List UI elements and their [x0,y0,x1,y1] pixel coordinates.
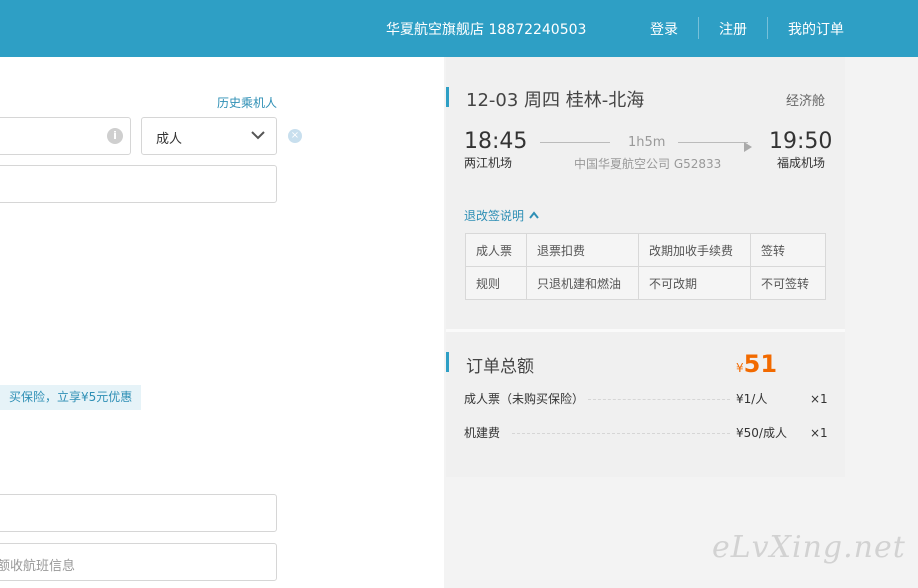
table-cell: 规则 [465,266,527,300]
insurance-promo[interactable]: 买保险，立享¥5元优惠 [0,385,141,410]
login-link[interactable]: 登录 [650,19,678,39]
passenger-type-value: 成人 [156,132,183,147]
top-bar: 华夏航空旗舰店 18872240503 登录 注册 我的订单 [0,0,918,57]
arrow-right-icon [744,137,752,156]
table-cell: 不可改期 [638,266,751,300]
section-accent [446,87,449,107]
table-cell: 改期加收手续费 [638,233,751,267]
currency-symbol: ¥ [736,361,744,375]
refund-policy-label: 退改签说明 [464,209,525,223]
cabin-class: 经济舱 [785,94,825,109]
passenger-form: 历史乘机人 i 成人 × 买保险，立享¥5元优惠 额收航班信息 [0,57,444,588]
section-divider [446,329,845,332]
nav-divider [767,17,768,39]
remove-passenger-icon[interactable]: × [288,129,302,143]
shop-name: 华夏航空旗舰店 18872240503 [386,22,587,38]
table-cell: 退票扣费 [526,233,639,267]
order-summary: 12-03 周四 桂林-北海 经济舱 18:45 两江机场 1h5m 中国华夏航… [446,57,845,477]
flight-info-input[interactable]: 额收航班信息 [0,543,277,581]
flight-duration: 1h5m [628,135,666,150]
fee-price: ¥1/人 [736,392,768,406]
fee-label: 成人票（未购买保险） [464,392,585,406]
route-line [678,142,748,143]
chevron-up-icon [528,209,540,223]
route-line [540,142,610,143]
arrive-airport: 福成机场 [777,156,826,170]
watermark: eLvXing.net [712,530,906,565]
order-total-title: 订单总额 [466,357,534,377]
info-icon: i [107,128,123,144]
contact-input[interactable] [0,494,277,532]
register-link[interactable]: 注册 [719,19,747,39]
history-passengers-link[interactable]: 历史乘机人 [217,94,277,111]
table-row: 成人票 退票扣费 改期加收手续费 签转 [465,233,826,267]
order-total-amount: ¥51 [736,350,777,378]
nav-divider [698,17,699,39]
depart-airport: 两江机场 [464,156,513,170]
passenger-type-select[interactable]: 成人 [141,117,277,155]
my-orders-link[interactable]: 我的订单 [788,19,844,39]
total-amount-value: 51 [743,350,778,378]
fee-quantity: ×1 [810,392,828,406]
chevron-down-icon [250,126,266,148]
dotted-leader [512,433,730,434]
airline-flight-number: 中国华夏航空公司 G52833 [574,157,722,171]
table-cell: 只退机建和燃油 [526,266,639,300]
refund-rules-table: 成人票 退票扣费 改期加收手续费 签转 规则 只退机建和燃油 不可改期 不可签转 [465,233,826,300]
fee-label: 机建费 [464,426,501,440]
refund-policy-link[interactable]: 退改签说明 [464,207,540,224]
depart-time: 18:45 [464,129,528,154]
table-cell: 不可签转 [750,266,826,300]
date-route: 12-03 周四 桂林-北海 [466,90,645,111]
arrive-time: 19:50 [769,129,833,154]
table-cell: 成人票 [465,233,527,267]
passenger-name-input[interactable]: i [0,117,131,155]
fee-quantity: ×1 [810,426,828,440]
table-row: 规则 只退机建和燃油 不可改期 不可签转 [465,266,826,300]
flight-info-placeholder: 额收航班信息 [0,559,76,574]
id-number-input[interactable] [0,165,277,203]
table-cell: 签转 [750,233,826,267]
fee-price: ¥50/成人 [736,426,787,440]
section-accent [446,352,449,372]
dotted-leader [588,399,730,400]
